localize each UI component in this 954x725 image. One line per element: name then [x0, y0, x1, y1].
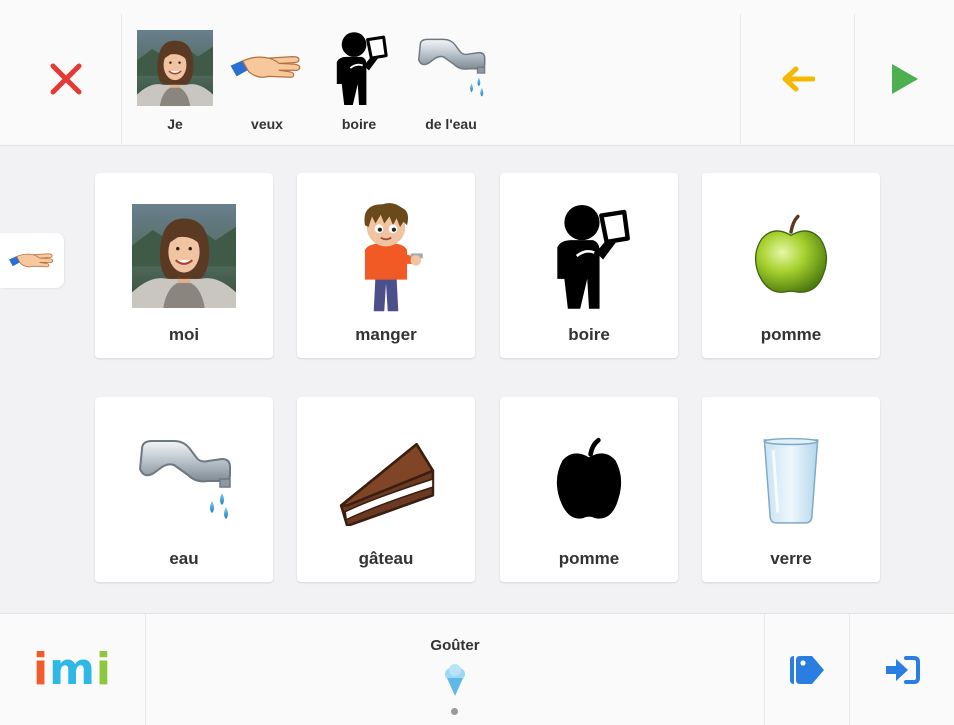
glass-icon [736, 425, 846, 535]
sentence-bar: Je veux boire de l'eau [0, 0, 954, 146]
tags-icon [790, 656, 824, 684]
apple-silhouette-icon [534, 425, 644, 535]
pictogram-label: moi [168, 325, 200, 344]
logo-text: imi [32, 644, 113, 695]
pictogram-label: eau [169, 549, 199, 568]
pictogram-card[interactable]: eau [95, 397, 273, 582]
pictogram-card[interactable]: moi [95, 173, 273, 358]
person-drinking-icon [321, 30, 397, 106]
arrow-left-icon [782, 66, 815, 92]
photo-woman-icon [137, 30, 213, 106]
sign-in-icon [886, 656, 920, 684]
cake-slice-icon [331, 425, 441, 535]
hand-offering-icon [8, 249, 56, 273]
sentence-word-label: de l'eau [425, 116, 477, 132]
side-panel-tab[interactable] [0, 233, 64, 288]
sentence-word-label: Je [167, 116, 183, 132]
pictogram-card[interactable]: verre [702, 397, 880, 582]
sentence-word-label: veux [251, 116, 283, 132]
category-title: Goûter [430, 637, 480, 654]
pictogram-card[interactable]: pomme [702, 173, 880, 358]
water-tap-icon [129, 425, 239, 535]
play-icon [891, 64, 918, 94]
pictogram-label: manger [355, 325, 417, 344]
clear-sentence-button[interactable] [10, 14, 122, 144]
person-drinking-icon [534, 201, 644, 311]
sentence-word[interactable]: boire [319, 14, 399, 132]
pictogram-label: pomme [558, 549, 620, 568]
backspace-button[interactable] [740, 14, 854, 144]
pictogram-label: pomme [760, 325, 822, 344]
green-apple-icon [736, 201, 846, 311]
sentence-word[interactable]: veux [227, 14, 307, 132]
pictogram-label: verre [770, 549, 812, 568]
category-selector[interactable]: Goûter [146, 614, 764, 725]
sentence-word[interactable]: de l'eau [411, 14, 491, 132]
pictogram-card[interactable]: boire [500, 173, 678, 358]
tags-button[interactable] [764, 614, 849, 725]
photo-woman-icon [129, 201, 239, 311]
pictogram-label: gâteau [358, 549, 414, 568]
close-icon [50, 63, 81, 95]
login-button[interactable] [849, 614, 954, 725]
pictogram-card[interactable]: gâteau [297, 397, 475, 582]
bottom-bar: imi Goûter [0, 613, 954, 725]
sentence-word[interactable]: Je [135, 14, 215, 132]
boy-eating-icon [331, 201, 441, 311]
water-tap-icon [413, 30, 489, 106]
pictogram-card[interactable]: manger [297, 173, 475, 358]
page-indicator-dot [451, 708, 458, 715]
pictogram-label: boire [568, 325, 610, 344]
speak-sentence-button[interactable] [854, 14, 954, 144]
sentence-strip: Je veux boire de l'eau [123, 14, 740, 144]
pictogram-card[interactable]: pomme [500, 397, 678, 582]
sentence-word-label: boire [341, 116, 377, 132]
app-logo: imi [0, 614, 146, 725]
ice-cream-icon [445, 664, 465, 696]
hand-offering-icon [229, 30, 305, 106]
